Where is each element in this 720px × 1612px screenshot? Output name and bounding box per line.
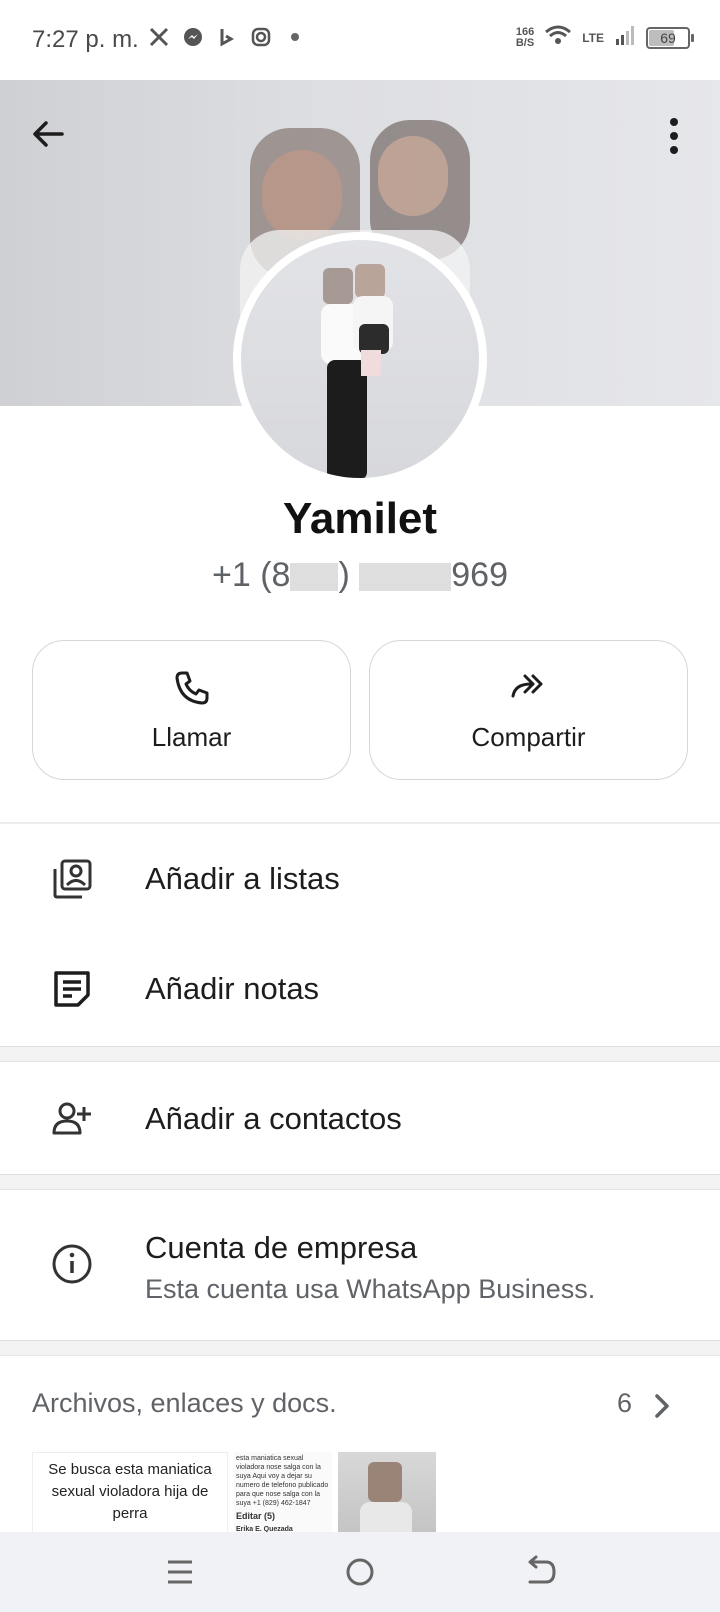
- contact-list-icon: [53, 859, 92, 899]
- media-thumbnail[interactable]: esta maniatica sexual violadora nose sal…: [234, 1452, 332, 1534]
- info-icon: [52, 1244, 92, 1284]
- instagram-icon: [250, 26, 272, 48]
- add-to-lists-row[interactable]: Añadir a listas: [0, 824, 720, 934]
- add-to-contacts-row[interactable]: Añadir a contactos: [0, 1064, 720, 1174]
- network-type: LTE: [582, 30, 604, 45]
- share-label: Compartir: [471, 721, 586, 752]
- add-person-icon: [52, 1102, 91, 1135]
- business-account-title: Cuenta de empresa: [145, 1230, 418, 1265]
- signal-icon: [614, 24, 636, 51]
- media-thumbnail[interactable]: [338, 1452, 436, 1534]
- status-bar: 7:27 p. m. 166 B/S LTE 69: [0, 0, 720, 80]
- more-options-icon[interactable]: [668, 116, 680, 156]
- share-button[interactable]: Compartir: [369, 640, 688, 780]
- contact-phone: +1 (8) 969: [212, 556, 508, 594]
- media-links-docs-title[interactable]: Archivos, enlaces y docs.: [32, 1388, 337, 1419]
- note-icon: [54, 971, 90, 1007]
- media-count[interactable]: 6: [617, 1388, 632, 1419]
- add-notes-row[interactable]: Añadir notas: [0, 934, 720, 1044]
- system-navigation-bar: [0, 1532, 720, 1612]
- business-account-subtitle: Esta cuenta usa WhatsApp Business.: [145, 1274, 596, 1304]
- media-thumbnail-button: Editar (5): [236, 1511, 276, 1521]
- home-icon[interactable]: [340, 1554, 380, 1590]
- action-buttons: Llamar Compartir: [32, 640, 688, 780]
- status-right: 166 B/S LTE 69: [515, 24, 694, 51]
- chevron-right-icon[interactable]: [652, 1392, 672, 1420]
- recent-apps-icon[interactable]: [160, 1554, 200, 1590]
- call-button[interactable]: Llamar: [32, 640, 351, 780]
- phone-redaction: [359, 563, 452, 592]
- status-time: 7:27 p. m.: [32, 26, 139, 53]
- back-arrow-icon[interactable]: [28, 114, 68, 154]
- media-thumbnail-text: Se busca esta maniatica sexual violadora…: [48, 1461, 212, 1522]
- back-nav-icon[interactable]: [520, 1554, 560, 1590]
- section-gap: [0, 1174, 720, 1190]
- contact-name: Yamilet: [282, 494, 438, 543]
- battery-icon: 69: [646, 26, 694, 49]
- media-thumbnail[interactable]: Se busca esta maniatica sexual violadora…: [32, 1452, 228, 1534]
- speed-value: 166: [515, 25, 535, 38]
- phone-redaction: [290, 563, 339, 592]
- wifi-icon: [544, 24, 572, 51]
- phone-prefix: +1 (8: [212, 556, 291, 594]
- media-thumbnails: Se busca esta maniatica sexual violadora…: [32, 1452, 452, 1534]
- more-notifications-dot-icon: [284, 26, 306, 48]
- add-notes-label: Añadir notas: [145, 971, 320, 1006]
- add-to-contacts-label: Añadir a contactos: [145, 1101, 402, 1136]
- x-app-icon: [148, 26, 170, 48]
- section-gap: [0, 1340, 720, 1356]
- notification-icons: [148, 26, 306, 48]
- phone-suffix: 969: [451, 556, 508, 594]
- media-thumbnail-text: esta maniatica sexual violadora nose sal…: [236, 1455, 329, 1507]
- business-account-row[interactable]: Cuenta de empresa Esta cuenta usa WhatsA…: [0, 1190, 720, 1340]
- battery-level: 69: [660, 29, 676, 46]
- add-to-lists-label: Añadir a listas: [145, 861, 340, 896]
- phone-icon: [175, 671, 208, 704]
- messenger-icon: [182, 26, 204, 48]
- share-icon: [511, 674, 542, 697]
- bing-icon: [216, 26, 238, 48]
- speed-unit: B/S: [515, 36, 535, 49]
- network-speed: 166 B/S: [515, 25, 535, 49]
- call-label: Llamar: [151, 721, 232, 752]
- section-gap: [0, 1046, 720, 1062]
- profile-avatar[interactable]: [233, 232, 487, 486]
